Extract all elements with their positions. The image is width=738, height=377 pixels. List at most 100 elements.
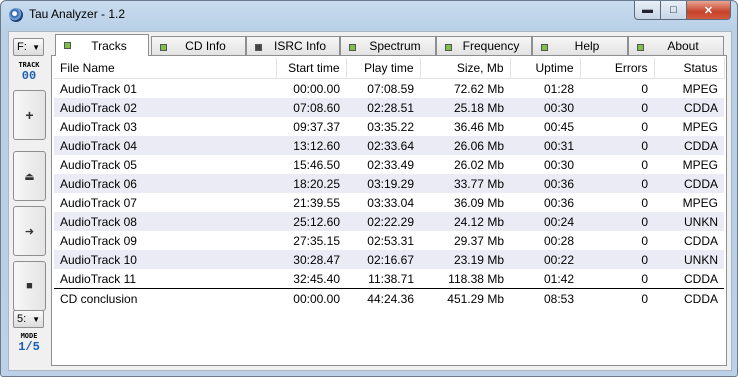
cell-play-time: 02:28.51	[346, 98, 420, 117]
tab-tracks[interactable]: Tracks	[55, 34, 149, 56]
eject-icon: ⏏	[24, 170, 35, 183]
cell-start-time: 00:00.00	[293, 81, 340, 96]
cell-start-time: 00:00.00	[276, 288, 346, 308]
stop-icon: ■	[26, 280, 33, 292]
cell-start-time: 27:35.15	[293, 233, 340, 248]
table-row[interactable]: AudioTrack 08 25:12.60 02:22.29 24.12 Mb…	[54, 212, 724, 231]
cell-size: 26.06 Mb	[420, 136, 510, 155]
table-row[interactable]: AudioTrack 03 09:37.37 03:35.22 36.46 Mb…	[54, 117, 724, 136]
table-row[interactable]: AudioTrack 04 13:12.60 02:33.64 26.06 Mb…	[54, 136, 724, 155]
cell-errors: 0	[580, 136, 654, 155]
table-row[interactable]: AudioTrack 09 27:35.15 02:53.31 29.37 Mb…	[54, 231, 724, 250]
control-panel: F: ▼ TRACK 00 + ⏏ ➜ ■ 5: ▼ MODE 1/5	[11, 34, 47, 366]
tab-label: About	[667, 39, 699, 53]
cell-size: 36.09 Mb	[453, 195, 504, 210]
tab-label: Spectrum	[369, 39, 421, 53]
cell-status: CDDA	[683, 233, 718, 248]
mode-caption: MODE	[20, 332, 38, 340]
cell-start-time: 15:46.50	[293, 157, 340, 172]
table-row[interactable]: AudioTrack 05 15:46.50 02:33.49 26.02 Mb…	[54, 155, 724, 174]
cell-uptime: 00:36	[543, 195, 574, 210]
stop-button[interactable]: ■	[13, 261, 46, 311]
cell-start-time: 32:45.40	[293, 271, 340, 286]
column-header-file-name[interactable]: File Name	[54, 58, 277, 79]
column-header-status[interactable]: Status	[654, 58, 725, 79]
tab-label: CD Info	[185, 39, 226, 53]
title-bar[interactable]: Tau Analyzer - 1.2 ▬ □ ✕	[1, 1, 737, 29]
cell-play-time: 03:35.22	[367, 119, 414, 134]
led-indicator	[64, 42, 71, 49]
table-row[interactable]: AudioTrack 02 07:08.60 02:28.51 25.18 Mb…	[54, 98, 724, 117]
cell-file-name: AudioTrack 04	[54, 136, 276, 155]
tab-about[interactable]: About	[628, 36, 724, 55]
column-header-errors[interactable]: Errors	[580, 58, 655, 79]
cell-uptime: 00:24	[510, 212, 580, 231]
cell-errors: 0	[580, 288, 654, 308]
cell-errors: 0	[641, 195, 648, 210]
led-indicator	[541, 44, 548, 51]
led-indicator	[637, 44, 644, 51]
chevron-down-icon: ▼	[32, 42, 40, 52]
tab-isrc-info[interactable]: ISRC Info	[246, 36, 340, 55]
cell-file-name: AudioTrack 06	[54, 174, 276, 193]
cell-play-time: 07:08.59	[367, 81, 414, 96]
maximize-button[interactable]: □	[661, 1, 687, 20]
speed-select[interactable]: 5: ▼	[13, 310, 44, 328]
tab-label: ISRC Info	[273, 39, 327, 53]
cell-start-time: 18:20.25	[276, 174, 346, 193]
cell-file-name: AudioTrack 09	[60, 233, 137, 248]
tab-cd-info[interactable]: CD Info	[151, 36, 246, 55]
cell-play-time: 02:33.49	[367, 157, 414, 172]
cell-status: MPEG	[682, 157, 718, 172]
cell-status: CDDA	[654, 288, 724, 308]
column-header-play-time[interactable]: Play time	[346, 58, 421, 79]
tab-label: Tracks	[91, 38, 127, 53]
cell-uptime: 00:45	[543, 119, 574, 134]
cell-uptime: 01:42	[543, 271, 574, 286]
table-row[interactable]: AudioTrack 07 21:39.55 03:33.04 36.09 Mb…	[54, 193, 724, 212]
led-indicator	[255, 44, 262, 51]
cell-file-name: AudioTrack 01	[60, 81, 137, 96]
table-row[interactable]: AudioTrack 10 30:28.47 02:16.67 23.19 Mb…	[54, 250, 724, 269]
drive-select[interactable]: F: ▼	[13, 38, 44, 56]
cell-errors: 0	[580, 250, 654, 269]
window-title: Tau Analyzer - 1.2	[29, 7, 126, 21]
cell-uptime: 00:30	[543, 157, 574, 172]
cell-errors: 0	[641, 81, 648, 96]
column-header-size[interactable]: Size, Mb	[420, 58, 511, 79]
cell-file-name: AudioTrack 07	[60, 195, 137, 210]
column-header-start-time[interactable]: Start time	[276, 58, 347, 79]
cell-uptime: 00:36	[510, 174, 580, 193]
tab-frequency[interactable]: Frequency	[436, 36, 532, 55]
cell-play-time: 02:33.64	[346, 136, 420, 155]
column-header-uptime[interactable]: Uptime	[510, 58, 581, 79]
close-button[interactable]: ✕	[687, 1, 731, 20]
plus-icon: +	[25, 107, 34, 123]
eject-button[interactable]: ⏏	[13, 151, 46, 201]
cell-size: 23.19 Mb	[420, 250, 510, 269]
cell-size: 118.38 Mb	[448, 271, 504, 286]
cell-size: 24.12 Mb	[420, 212, 510, 231]
add-button[interactable]: +	[13, 90, 46, 140]
cell-size: 25.18 Mb	[420, 98, 510, 117]
led-indicator	[445, 44, 452, 51]
cell-file-name: AudioTrack 08	[54, 212, 276, 231]
cell-file-name: CD conclusion	[54, 288, 276, 308]
tab-spectrum[interactable]: Spectrum	[340, 36, 436, 55]
total-row[interactable]: CD conclusion 00:00.00 44:24.36 451.29 M…	[54, 288, 724, 308]
table-row[interactable]: AudioTrack 11 32:45.40 11:38.71 118.38 M…	[54, 269, 724, 289]
cell-status: CDDA	[683, 271, 718, 286]
cell-errors: 0	[641, 157, 648, 172]
cell-play-time: 44:24.36	[346, 288, 420, 308]
app-window: Tau Analyzer - 1.2 ▬ □ ✕ F: ▼ TRACK 00 +…	[0, 0, 738, 377]
cell-errors: 0	[641, 119, 648, 134]
next-button[interactable]: ➜	[13, 206, 46, 256]
cell-play-time: 03:19.29	[346, 174, 420, 193]
table-row[interactable]: AudioTrack 06 18:20.25 03:19.29 33.77 Mb…	[54, 174, 724, 193]
minimize-button[interactable]: ▬	[634, 1, 661, 20]
app-logo-icon	[9, 8, 23, 22]
table-row[interactable]: AudioTrack 01 00:00.00 07:08.59 72.62 Mb…	[54, 79, 724, 99]
minimize-icon: ▬	[642, 4, 653, 16]
tab-help[interactable]: Help	[532, 36, 628, 55]
client-area: F: ▼ TRACK 00 + ⏏ ➜ ■ 5: ▼ MODE 1/5 Trac…	[8, 31, 732, 371]
